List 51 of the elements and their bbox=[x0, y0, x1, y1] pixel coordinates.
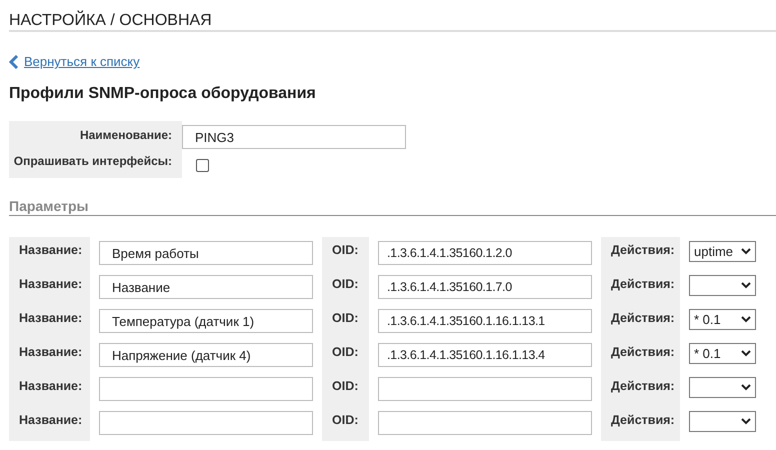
action-select[interactable] bbox=[689, 411, 756, 432]
name-input-field[interactable] bbox=[99, 377, 313, 401]
field-label: Название: bbox=[9, 339, 90, 373]
oid-input-field[interactable]: .1.3.6.1.4.1.35160.1.16.1.13.4 bbox=[378, 343, 592, 367]
chevron-down-icon bbox=[741, 248, 751, 255]
field-label: Опрашивать интерфейсы: bbox=[14, 154, 172, 168]
action-select[interactable]: * 0.1 bbox=[689, 343, 756, 364]
name-input-field[interactable]: PING3 bbox=[182, 125, 406, 149]
chevron-down-icon bbox=[741, 384, 751, 391]
oid-input-field[interactable] bbox=[378, 377, 592, 401]
chevron-down-icon bbox=[741, 350, 751, 357]
page-heading: Профили SNMP-опроса оборудования bbox=[9, 85, 316, 103]
field-label: Действия: bbox=[601, 237, 680, 271]
action-select[interactable] bbox=[689, 377, 756, 398]
field-label: OID: bbox=[322, 271, 369, 305]
field-label: Название: bbox=[9, 237, 90, 271]
field-label: OID: bbox=[322, 373, 369, 407]
name-input-field[interactable]: Температура (датчик 1) bbox=[99, 309, 313, 333]
field-label: OID: bbox=[322, 305, 369, 339]
name-input-field[interactable] bbox=[99, 411, 313, 435]
field-label: Название: bbox=[9, 407, 90, 441]
field-label: Действия: bbox=[601, 407, 680, 441]
field-label: OID: bbox=[322, 237, 369, 271]
name-input-field[interactable]: Время работы bbox=[99, 241, 313, 265]
name-input-field[interactable]: Напряжение (датчик 4) bbox=[99, 343, 313, 367]
back-link[interactable]: Вернуться к списку bbox=[24, 54, 140, 69]
oid-input-field[interactable]: .1.3.6.1.4.1.35160.1.2.0 bbox=[378, 241, 592, 265]
chevron-down-icon bbox=[741, 282, 751, 289]
field-label: Действия: bbox=[601, 305, 680, 339]
chevron-down-icon bbox=[741, 418, 751, 425]
action-select[interactable]: uptime bbox=[689, 241, 756, 262]
action-select[interactable] bbox=[689, 275, 756, 296]
oid-input-field[interactable]: .1.3.6.1.4.1.35160.1.16.1.13.1 bbox=[378, 309, 592, 333]
chevron-left-icon[interactable] bbox=[9, 54, 19, 68]
field-label: OID: bbox=[322, 339, 369, 373]
chevron-down-icon bbox=[741, 316, 751, 323]
field-label: Действия: bbox=[601, 373, 680, 407]
field-label: Название: bbox=[9, 271, 90, 305]
name-input-field[interactable]: Название bbox=[99, 275, 313, 299]
field-label: Название: bbox=[9, 373, 90, 407]
field-label: OID: bbox=[322, 407, 369, 441]
action-select[interactable]: * 0.1 bbox=[689, 309, 756, 330]
field-label: Наименование: bbox=[80, 128, 172, 142]
field-label: Название: bbox=[9, 305, 90, 339]
oid-input-field[interactable] bbox=[378, 411, 592, 435]
field-label: Действия: bbox=[601, 271, 680, 305]
section-title: Параметры bbox=[9, 198, 89, 214]
field-label: Действия: bbox=[601, 339, 680, 373]
checkbox[interactable] bbox=[196, 159, 209, 172]
oid-input-field[interactable]: .1.3.6.1.4.1.35160.1.7.0 bbox=[378, 275, 592, 299]
page-title: НАСТРОЙКА / ОСНОВНАЯ bbox=[9, 10, 212, 28]
